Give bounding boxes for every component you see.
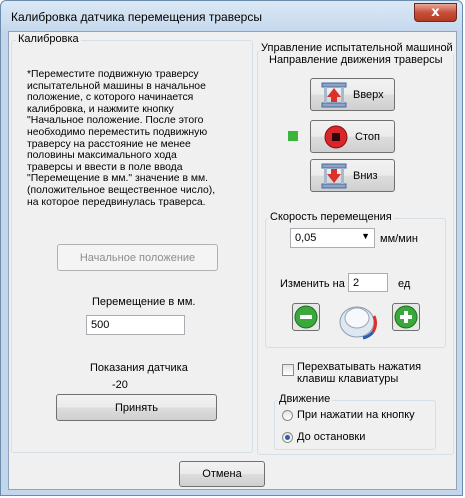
direction-label: Направление движения траверсы xyxy=(269,54,443,66)
radio-until-stop[interactable] xyxy=(282,432,293,443)
plus-icon xyxy=(394,305,418,329)
change-by-unit: ед xyxy=(398,278,411,290)
close-button[interactable]: x xyxy=(414,3,457,22)
dialog-window: Калибровка датчика перемещения траверсы … xyxy=(0,0,463,496)
close-icon: x xyxy=(431,5,440,20)
cancel-button-label: Отмена xyxy=(202,468,242,480)
window-title: Калибровка датчика перемещения траверсы xyxy=(11,10,262,24)
up-button-label: Вверх xyxy=(353,88,384,101)
down-button-label: Вниз xyxy=(353,169,378,182)
chevron-down-icon: ▼ xyxy=(361,231,370,241)
change-by-label: Изменить на xyxy=(280,278,345,290)
up-button[interactable]: Вверх xyxy=(310,78,395,111)
stop-button[interactable]: Стоп xyxy=(310,120,395,153)
speed-select[interactable]: 0,05 ▼ xyxy=(290,228,375,248)
radio-until-stop-label[interactable]: До остановки xyxy=(297,431,365,443)
dialog-body: Калибровка *Переместите подвижную травер… xyxy=(8,31,457,490)
accept-button-label: Принять xyxy=(115,401,158,414)
radio-on-button-press[interactable] xyxy=(282,410,293,421)
speed-knob-icon[interactable] xyxy=(335,298,387,340)
intercept-keys-checkbox[interactable] xyxy=(282,364,294,376)
control-group-label: Управление испытательной машиной xyxy=(259,42,455,54)
accept-button[interactable]: Принять xyxy=(56,394,217,421)
title-bar[interactable]: Калибровка датчика перемещения траверсы … xyxy=(1,1,462,31)
sensor-label: Показания датчика xyxy=(90,362,188,374)
sensor-value: -20 xyxy=(112,379,128,391)
status-indicator xyxy=(288,131,298,141)
displacement-input[interactable] xyxy=(86,315,185,335)
displacement-label: Перемещение в мм. xyxy=(92,296,196,308)
speed-unit: мм/мин xyxy=(380,233,418,245)
stop-icon xyxy=(324,125,348,148)
stop-button-label: Стоп xyxy=(355,130,380,143)
calibration-group-label: Калибровка xyxy=(16,33,81,45)
decrease-button[interactable] xyxy=(292,303,320,331)
down-arrow-icon xyxy=(321,163,347,188)
radio-on-button-press-label[interactable]: При нажатии на кнопку xyxy=(297,409,415,421)
cancel-button[interactable]: Отмена xyxy=(179,461,265,487)
speed-select-value: 0,05 xyxy=(295,232,317,244)
down-button[interactable]: Вниз xyxy=(310,159,395,192)
up-arrow-icon xyxy=(321,82,347,107)
minus-icon xyxy=(294,305,318,329)
start-position-button-label: Начальное положение xyxy=(79,251,196,264)
change-by-input[interactable] xyxy=(348,273,388,292)
increase-button[interactable] xyxy=(392,303,420,331)
movement-group-label: Движение xyxy=(277,393,333,405)
intercept-keys-label[interactable]: Перехватывать нажатия клавиш клавиатуры xyxy=(297,361,421,385)
calibration-instructions: *Переместите подвижную траверсу испытате… xyxy=(27,69,216,208)
start-position-button[interactable]: Начальное положение xyxy=(57,244,218,271)
speed-group-label: Скорость перемещения xyxy=(268,211,394,223)
